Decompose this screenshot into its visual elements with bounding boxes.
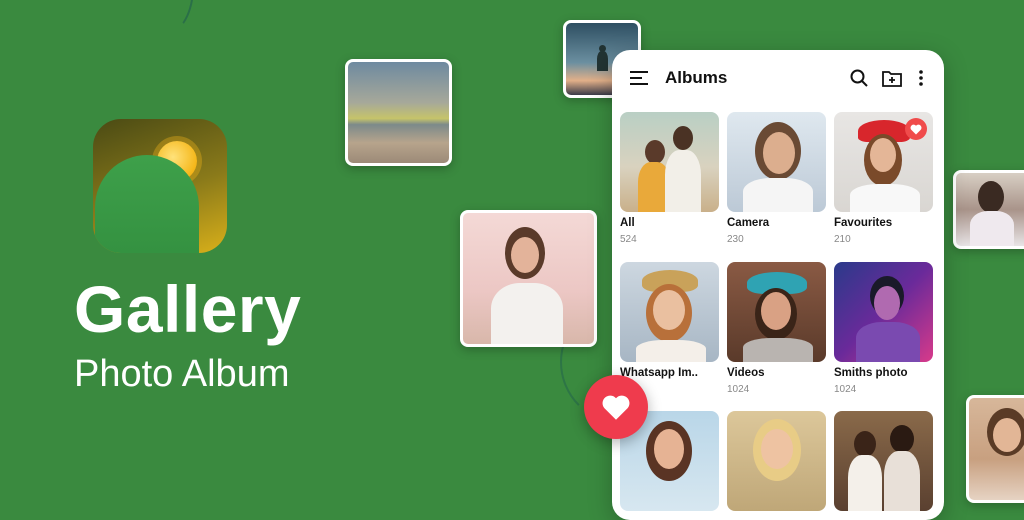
hill-shape <box>95 155 199 253</box>
photo-woman-right <box>953 170 1024 249</box>
album-tile[interactable] <box>727 411 826 511</box>
screen-title: Albums <box>665 68 728 87</box>
album-count: 524 <box>620 234 637 245</box>
album-name: Favourites <box>834 217 893 229</box>
album-name: Smiths photo <box>834 367 908 379</box>
photo-seascape <box>345 59 452 166</box>
search-icon[interactable] <box>848 67 870 89</box>
album-thumbnail <box>727 262 826 362</box>
albums-screen: Albums All 524 Camera 230 Favourites 210… <box>612 50 944 520</box>
album-thumbnail <box>834 112 933 212</box>
album-name: Camera <box>727 217 770 229</box>
photo-woman-portrait <box>460 210 597 347</box>
album-tile-camera[interactable]: Camera 230 <box>727 112 826 245</box>
album-tile-whatsapp[interactable]: Whatsapp Im.. <box>620 262 719 379</box>
album-name: All <box>620 217 635 229</box>
album-count: 1024 <box>834 384 857 395</box>
gallery-app-icon <box>93 119 227 253</box>
album-thumbnail <box>834 262 933 362</box>
app-name: Gallery <box>74 272 302 346</box>
album-name: Whatsapp Im.. <box>620 367 698 379</box>
photo-woman-corner <box>966 395 1024 503</box>
album-tile-videos[interactable]: Videos 1024 <box>727 262 826 395</box>
album-thumbnail <box>834 411 933 511</box>
album-count: 1024 <box>727 384 750 395</box>
album-name: Videos <box>727 367 765 379</box>
album-thumbnail <box>620 262 719 362</box>
album-tile-favourites[interactable]: Favourites 210 <box>834 112 933 245</box>
decorative-arc <box>140 0 194 34</box>
folder-add-icon[interactable] <box>880 67 904 89</box>
heart-icon <box>602 395 630 420</box>
album-thumbnail <box>727 112 826 212</box>
album-thumbnail <box>620 112 719 212</box>
heart-icon <box>905 118 927 140</box>
app-subtitle: Photo Album <box>74 353 290 395</box>
album-count: 210 <box>834 234 851 245</box>
album-count: 230 <box>727 234 744 245</box>
more-vertical-icon[interactable] <box>914 67 928 89</box>
album-tile-all[interactable]: All 524 <box>620 112 719 245</box>
app-bar: Albums <box>612 50 944 106</box>
album-thumbnail <box>727 411 826 511</box>
album-tile[interactable] <box>834 411 933 511</box>
menu-icon[interactable] <box>628 68 650 88</box>
favourite-button[interactable] <box>584 375 648 439</box>
album-tile-smiths-photo[interactable]: Smiths photo 1024 <box>834 262 933 395</box>
